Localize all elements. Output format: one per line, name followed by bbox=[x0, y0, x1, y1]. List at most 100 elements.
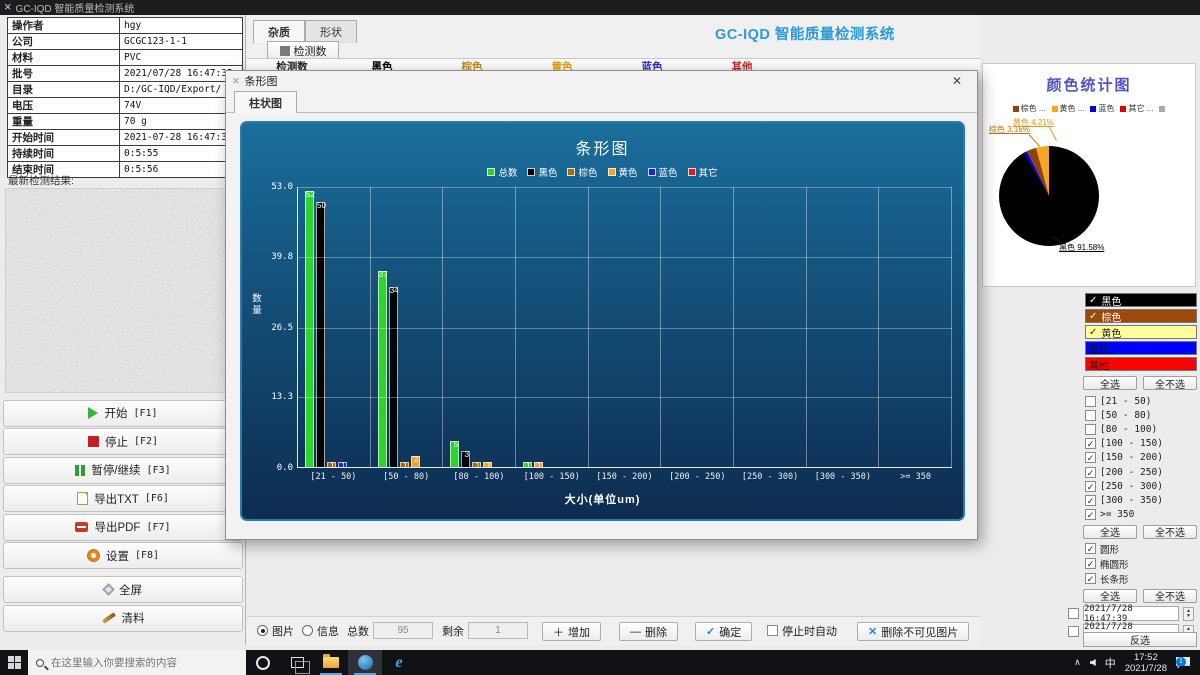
field-label: 目录 bbox=[8, 82, 120, 98]
file-explorer-button[interactable] bbox=[314, 650, 348, 675]
size-filter[interactable]: ✓[150 - 200) bbox=[1085, 451, 1197, 465]
checkbox[interactable] bbox=[1068, 626, 1079, 637]
select-all-button[interactable]: 全选 bbox=[1083, 589, 1137, 603]
invert-selection-button[interactable]: 反选 bbox=[1083, 632, 1197, 647]
search-input[interactable] bbox=[51, 657, 221, 669]
remain-count-field[interactable] bbox=[468, 622, 528, 639]
size-filter[interactable]: ✓[300 - 350) bbox=[1085, 493, 1197, 507]
radio-image-dot[interactable] bbox=[257, 625, 268, 636]
size-filter[interactable]: [21 - 50) bbox=[1085, 394, 1197, 408]
checkbox-label: [200 - 250) bbox=[1100, 467, 1163, 478]
delete-button[interactable]: —删除 bbox=[619, 622, 678, 641]
app-taskbar-button[interactable] bbox=[348, 650, 382, 675]
select-none-button[interactable]: 全不选 bbox=[1143, 525, 1197, 539]
pie-legend-swatch bbox=[1013, 106, 1019, 112]
taskbar-search[interactable] bbox=[28, 650, 246, 675]
checkbox[interactable]: ✓ bbox=[1085, 573, 1096, 584]
spinner[interactable]: ▲▼ bbox=[1183, 607, 1194, 621]
auto-stop-box[interactable] bbox=[767, 625, 778, 636]
notification-icon[interactable]: 1 bbox=[1176, 657, 1190, 669]
size-filter[interactable]: ✓>= 350 bbox=[1085, 508, 1197, 522]
tab-histogram[interactable]: 柱状图 bbox=[234, 91, 297, 113]
color-filter-棕色[interactable]: ✓棕色 bbox=[1085, 309, 1197, 323]
checkbox-label: [80 - 100) bbox=[1100, 424, 1157, 435]
shape-filter[interactable]: ✓椭圆形 bbox=[1085, 557, 1197, 571]
color-filter-bar[interactable]: 蓝色 bbox=[1085, 341, 1197, 355]
color-filter-黄色[interactable]: ✓黄色 bbox=[1085, 325, 1197, 339]
add-button[interactable]: ＋增加 bbox=[542, 622, 601, 641]
color-filter-label: 黄色 bbox=[1101, 325, 1121, 340]
color-filter-bar[interactable]: ✓棕色 bbox=[1085, 309, 1197, 323]
volume-icon[interactable] bbox=[1090, 659, 1096, 666]
button-export-txt[interactable]: 导出TXT[F6] bbox=[3, 485, 243, 512]
remain-group: 剩余 bbox=[442, 622, 528, 639]
cortana-button[interactable] bbox=[246, 650, 280, 675]
select-none-button[interactable]: 全不选 bbox=[1143, 589, 1197, 603]
radio-info[interactable]: 信息 bbox=[302, 622, 339, 639]
button-play[interactable]: 开始[F1] bbox=[3, 400, 243, 427]
checkbox[interactable]: ✓ bbox=[1085, 467, 1096, 478]
clock-date: 2021/7/28 bbox=[1125, 663, 1167, 674]
button-gear[interactable]: 设置[F8] bbox=[3, 542, 243, 569]
radio-image[interactable]: 图片 bbox=[257, 622, 294, 639]
start-button[interactable] bbox=[0, 650, 28, 675]
hidden-icons-chevron[interactable]: ∧ bbox=[1074, 657, 1081, 668]
checkbox[interactable] bbox=[1085, 410, 1096, 421]
search-icon bbox=[36, 659, 44, 667]
shape-filter[interactable]: ✓圆形 bbox=[1085, 542, 1197, 556]
color-filter-其他[interactable]: 其他 bbox=[1085, 357, 1197, 371]
size-filter[interactable]: ✓ [200 - 250) bbox=[1085, 465, 1197, 479]
button-clean[interactable]: 清料 bbox=[3, 605, 243, 632]
size-filter[interactable]: [50 - 80) bbox=[1085, 408, 1197, 422]
select-none-button[interactable]: 全不选 bbox=[1143, 376, 1197, 390]
checkbox[interactable] bbox=[1085, 396, 1096, 407]
clean-icon bbox=[102, 612, 116, 623]
checkbox[interactable]: ✓ bbox=[1085, 509, 1096, 520]
taskbar-clock[interactable]: 17:52 2021/7/28 bbox=[1125, 652, 1167, 674]
bar-value-label: 50 bbox=[315, 202, 328, 210]
button-pause[interactable]: 暂停/继续[F3] bbox=[3, 457, 243, 484]
size-filter[interactable]: ✓[250 - 300) bbox=[1085, 479, 1197, 493]
checkbox[interactable]: ✓ bbox=[1085, 452, 1096, 463]
tab-形状[interactable]: 形状 bbox=[305, 20, 357, 43]
checkbox[interactable]: ✓ bbox=[1085, 481, 1096, 492]
size-filter[interactable]: ✓ [100 - 150) bbox=[1085, 437, 1197, 451]
button-fullscreen[interactable]: 全屏 bbox=[3, 576, 243, 603]
application-window: ✕ GC-IQD 智能质量检测系统 操作者hgy公司GCGC123-1-1材料P… bbox=[0, 0, 1200, 675]
total-count-field[interactable] bbox=[373, 622, 433, 639]
dialog-close-button[interactable]: ✕ bbox=[943, 74, 971, 88]
internet-explorer-button[interactable]: e bbox=[382, 650, 416, 675]
radio-info-dot[interactable] bbox=[302, 625, 313, 636]
checkbox-label: [100 - 150) bbox=[1100, 438, 1163, 449]
checkbox[interactable] bbox=[1085, 424, 1096, 435]
bar-value-label: 1 bbox=[482, 462, 495, 470]
dialog-titlebar[interactable]: ✕ 条形图 ✕ bbox=[226, 71, 977, 91]
confirm-button[interactable]: ✓确定 bbox=[695, 622, 752, 641]
button-stop[interactable]: 停止[F2] bbox=[3, 428, 243, 455]
color-filter-bar[interactable]: ✓黄色 bbox=[1085, 325, 1197, 339]
color-filter-bar[interactable]: ✓黑色 bbox=[1085, 293, 1197, 307]
checkbox[interactable] bbox=[1068, 608, 1079, 619]
auto-stop-checkbox[interactable]: 停止时自动 bbox=[767, 622, 837, 639]
checkbox[interactable]: ✓ bbox=[1085, 438, 1096, 449]
button-label: 导出TXT bbox=[94, 491, 139, 507]
checkbox[interactable]: ✓ bbox=[1085, 543, 1096, 554]
app-icon: ✕ bbox=[4, 2, 12, 13]
checkbox[interactable]: ✓ bbox=[1085, 558, 1096, 569]
checkbox[interactable]: ✓ bbox=[1085, 495, 1096, 506]
color-filter-黑色[interactable]: ✓黑色 bbox=[1085, 293, 1197, 307]
shape-filter[interactable]: ✓长条形 bbox=[1085, 572, 1197, 586]
date-filter[interactable]: 2021/7/28 16:47:39 ▲▼ bbox=[1068, 607, 1198, 621]
datetime-field[interactable]: 2021/7/28 16:47:39 bbox=[1083, 606, 1179, 621]
size-filter[interactable]: [80 - 100) bbox=[1085, 422, 1197, 436]
ime-indicator[interactable]: 中 bbox=[1105, 655, 1116, 671]
color-filter-蓝色[interactable]: 蓝色 bbox=[1085, 341, 1197, 355]
delete-invisible-button[interactable]: ✕删除不可见图片 bbox=[857, 622, 969, 641]
button-export-pdf[interactable]: 导出PDF[F7] bbox=[3, 514, 243, 541]
pie-callout-line bbox=[1049, 126, 1057, 141]
color-filter-bar[interactable]: 其他 bbox=[1085, 357, 1197, 371]
select-all-button[interactable]: 全选 bbox=[1083, 376, 1137, 390]
select-all-button[interactable]: 全选 bbox=[1083, 525, 1137, 539]
tab-杂质[interactable]: 杂质 bbox=[253, 20, 305, 43]
task-view-button[interactable] bbox=[280, 650, 314, 675]
